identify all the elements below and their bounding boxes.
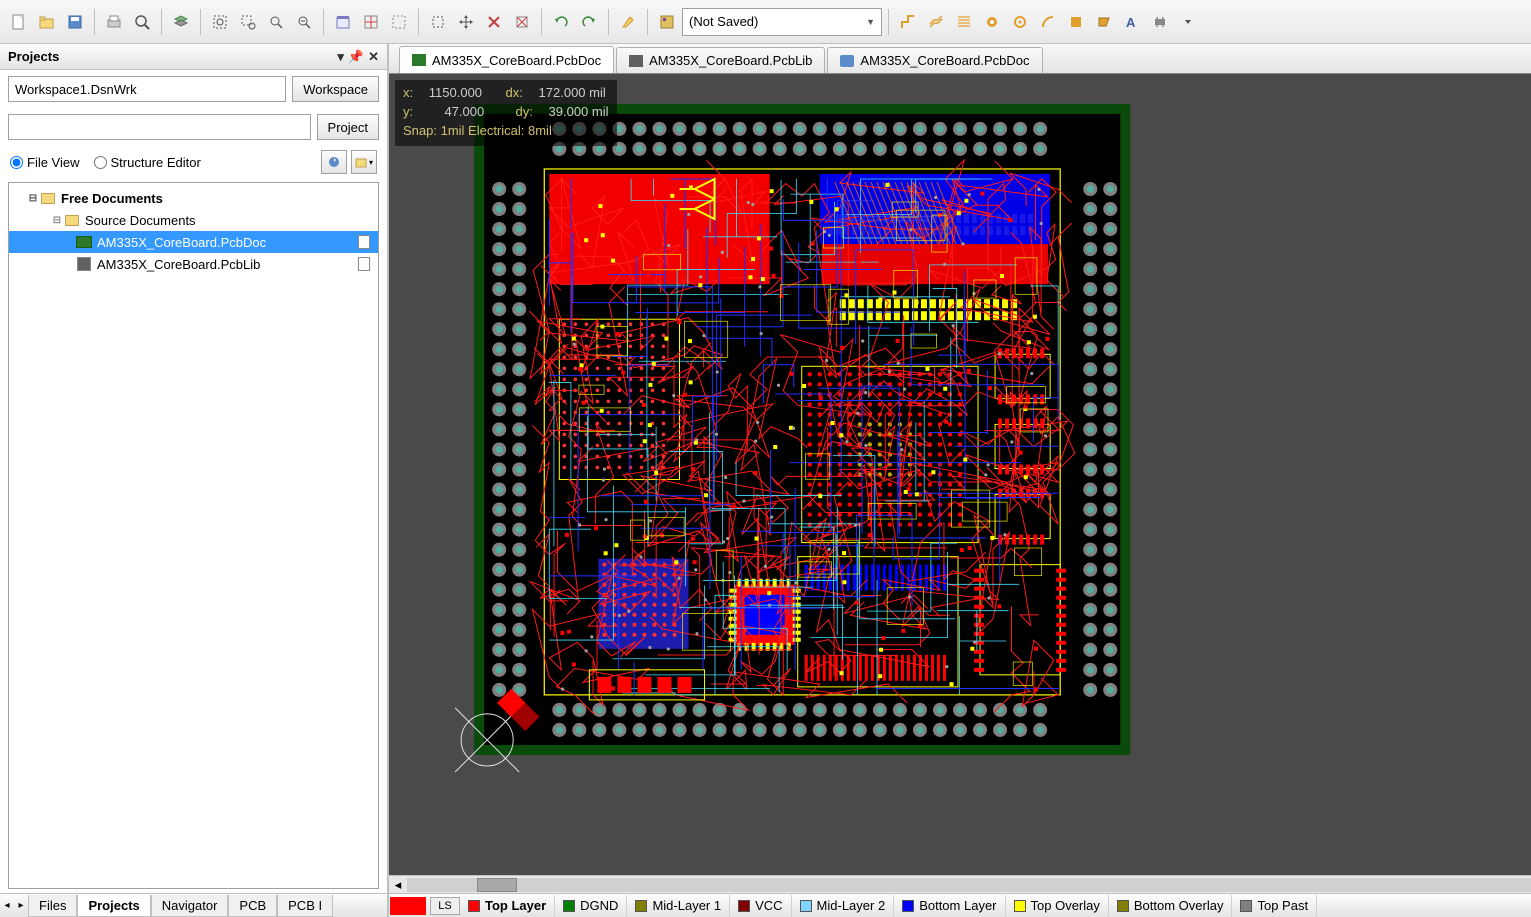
layer-tab-bottom-layer[interactable]: Bottom Layer	[894, 895, 1005, 917]
horizontal-scrollbar[interactable]: ◂	[389, 875, 1531, 893]
via-icon[interactable]	[1007, 9, 1033, 35]
panel-menu-icon[interactable]: ▾	[337, 49, 344, 65]
tab-navigator[interactable]: Navigator	[151, 895, 229, 917]
projects-panel-header: Projects ▾ 📌 ✕	[0, 44, 387, 70]
scroll-left-icon[interactable]: ◂	[389, 877, 407, 893]
file-view-radio[interactable]: File View	[10, 155, 80, 170]
zoom-fit-icon[interactable]	[207, 9, 233, 35]
undo-icon[interactable]	[548, 9, 574, 35]
doc-open-flag-icon	[358, 235, 370, 249]
stack-icon[interactable]	[168, 9, 194, 35]
poly-icon[interactable]	[1091, 9, 1117, 35]
fill-icon[interactable]	[1063, 9, 1089, 35]
scroll-thumb[interactable]	[477, 878, 517, 892]
altium-icon[interactable]	[654, 9, 680, 35]
tab-files[interactable]: Files	[28, 895, 77, 917]
projects-panel: Projects ▾ 📌 ✕ Workspace Project File Vi…	[0, 44, 389, 917]
layer-swatch	[1117, 900, 1129, 912]
zoom-area-icon[interactable]	[235, 9, 261, 35]
print-icon[interactable]	[101, 9, 127, 35]
move-icon[interactable]	[453, 9, 479, 35]
dropdown-icon[interactable]	[1175, 9, 1201, 35]
projects-panel-title: Projects	[8, 49, 59, 64]
panel-pin-icon[interactable]: 📌	[348, 49, 364, 65]
zoom-out-icon[interactable]	[291, 9, 317, 35]
browse-icon[interactable]	[330, 9, 356, 35]
tree-node-pcblib[interactable]: AM335X_CoreBoard.PcbLib	[9, 253, 378, 275]
ls-color-swatch[interactable]	[390, 897, 426, 915]
project-input[interactable]	[8, 114, 311, 140]
pref-icon	[840, 55, 854, 67]
layer-swatch	[1240, 900, 1252, 912]
preview-icon[interactable]	[129, 9, 155, 35]
project-tree[interactable]: ⊟ Free Documents ⊟ Source Documents AM33…	[8, 182, 379, 889]
pcbdoc-icon	[412, 54, 426, 66]
tab-pcb-i[interactable]: PCB I	[277, 895, 333, 917]
layer-swatch	[738, 900, 750, 912]
cross-probe-icon[interactable]	[358, 9, 384, 35]
tab-projects[interactable]: Projects	[77, 895, 150, 917]
layer-tab-bottom-overlay[interactable]: Bottom Overlay	[1109, 895, 1233, 917]
pad-icon[interactable]	[979, 9, 1005, 35]
save-icon[interactable]	[62, 9, 88, 35]
panel-close-icon[interactable]: ✕	[368, 49, 379, 65]
layer-tab-mid-layer-1[interactable]: Mid-Layer 1	[627, 895, 730, 917]
route-icon[interactable]	[895, 9, 921, 35]
document-tab-3[interactable]: AM335X_CoreBoard.PcbDoc	[827, 47, 1042, 73]
refresh-icon[interactable]	[321, 150, 347, 174]
layer-swatch	[563, 900, 575, 912]
snippet-combo[interactable]: (Not Saved)	[682, 8, 882, 36]
left-panel-tabs: ◂ ▸ Files Projects Navigator PCB PCB I	[0, 893, 387, 917]
tab-pcb[interactable]: PCB	[228, 895, 277, 917]
project-button[interactable]: Project	[317, 114, 379, 140]
deselect-icon[interactable]	[481, 9, 507, 35]
select-filter-icon[interactable]	[386, 9, 412, 35]
layer-tab-top-layer[interactable]: Top Layer	[460, 895, 555, 917]
layer-tab-dgnd[interactable]: DGND	[555, 895, 627, 917]
snippet-combo-text: (Not Saved)	[689, 14, 758, 29]
arc-icon[interactable]	[1035, 9, 1061, 35]
redo-icon[interactable]	[576, 9, 602, 35]
pcb-canvas[interactable]	[389, 74, 1531, 875]
layer-tab-top-past[interactable]: Top Past	[1232, 895, 1317, 917]
pcblib-icon	[629, 55, 643, 67]
tree-node-source-documents[interactable]: ⊟ Source Documents	[9, 209, 378, 231]
route-multi-icon[interactable]	[951, 9, 977, 35]
tab-scroll-left-icon[interactable]: ◂	[0, 900, 14, 911]
layer-swatch	[635, 900, 647, 912]
layer-tabs: LS Top LayerDGNDMid-Layer 1VCCMid-Layer …	[389, 893, 1531, 917]
layer-swatch	[1014, 900, 1026, 912]
folder-menu-icon[interactable]: ▾	[351, 150, 377, 174]
layer-tab-top-overlay[interactable]: Top Overlay	[1006, 895, 1109, 917]
layer-set-button[interactable]: LS	[430, 897, 460, 915]
highlight-icon[interactable]	[615, 9, 641, 35]
document-tab-1[interactable]: AM335X_CoreBoard.PcbDoc	[399, 46, 614, 73]
document-tab-2[interactable]: AM335X_CoreBoard.PcbLib	[616, 47, 825, 73]
new-icon[interactable]	[6, 9, 32, 35]
doc-open-flag-icon	[358, 257, 370, 271]
component-icon[interactable]	[1147, 9, 1173, 35]
select-inside-icon[interactable]	[425, 9, 451, 35]
layer-swatch	[468, 900, 480, 912]
coordinate-display: x: 1150.000 dx: 172.000 mil y: 47.000 dy…	[395, 80, 617, 146]
svg-text:A: A	[1126, 15, 1136, 30]
tree-node-free-documents[interactable]: ⊟ Free Documents	[9, 187, 378, 209]
tree-node-pcbdoc[interactable]: AM335X_CoreBoard.PcbDoc	[9, 231, 378, 253]
open-icon[interactable]	[34, 9, 60, 35]
document-tabs: AM335X_CoreBoard.PcbDoc AM335X_CoreBoard…	[389, 44, 1531, 74]
layer-swatch	[800, 900, 812, 912]
clear-icon[interactable]	[509, 9, 535, 35]
layer-tab-vcc[interactable]: VCC	[730, 895, 791, 917]
layer-tab-mid-layer-2[interactable]: Mid-Layer 2	[792, 895, 895, 917]
editor-area: AM335X_CoreBoard.PcbDoc AM335X_CoreBoard…	[389, 44, 1531, 917]
layer-swatch	[902, 900, 914, 912]
workspace-button[interactable]: Workspace	[292, 76, 379, 102]
text-icon[interactable]: A	[1119, 9, 1145, 35]
route-diff-icon[interactable]	[923, 9, 949, 35]
main-toolbar: (Not Saved) A	[0, 0, 1531, 44]
zoom-sel-icon[interactable]	[263, 9, 289, 35]
tab-scroll-right-icon[interactable]: ▸	[14, 900, 28, 911]
structure-editor-radio[interactable]: Structure Editor	[94, 155, 201, 170]
workspace-input[interactable]	[8, 76, 286, 102]
